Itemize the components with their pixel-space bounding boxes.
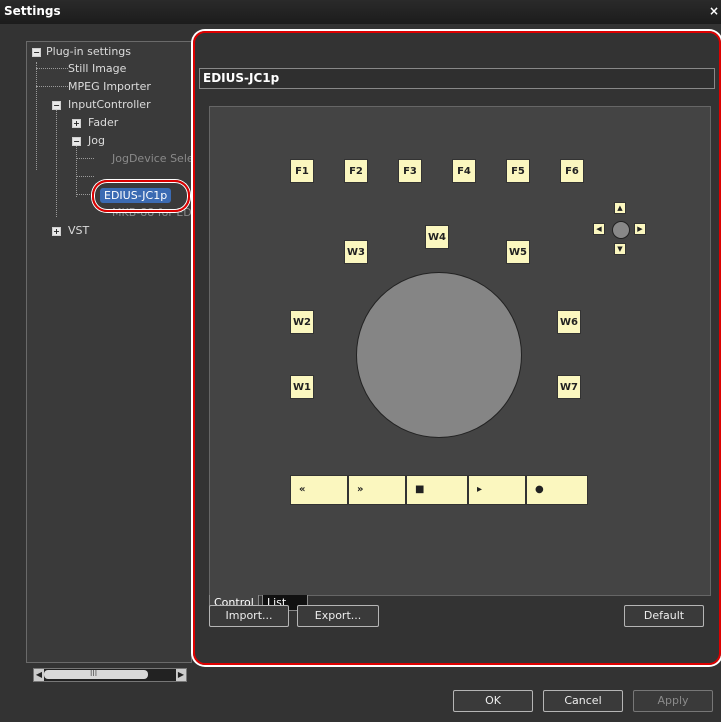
tree-connector	[56, 109, 57, 217]
cancel-button[interactable]: Cancel	[543, 690, 623, 712]
scrollbar-grip: III	[90, 669, 98, 678]
window-title: Settings	[4, 4, 61, 18]
export-button[interactable]: Export...	[297, 605, 379, 627]
tree-horizontal-scrollbar[interactable]: ◀ III ▶	[33, 668, 187, 682]
apply-button[interactable]: Apply	[633, 690, 713, 712]
collapse-icon[interactable]: −	[32, 48, 41, 57]
tree-connector	[36, 68, 68, 69]
stop-icon: ■	[415, 484, 425, 495]
tree-item-jog[interactable]: Jog	[88, 134, 105, 148]
expand-icon[interactable]: +	[52, 227, 61, 236]
dpad-center[interactable]	[612, 221, 630, 239]
key-w1[interactable]: W1	[290, 375, 314, 399]
key-w5[interactable]: W5	[506, 240, 530, 264]
dpad-up-icon[interactable]: ▲	[614, 202, 626, 214]
transport-play[interactable]: ▸	[468, 475, 526, 505]
close-icon[interactable]: ×	[709, 4, 719, 18]
key-f2[interactable]: F2	[344, 159, 368, 183]
key-f6[interactable]: F6	[560, 159, 584, 183]
panel-title: EDIUS-JC1p	[203, 71, 280, 85]
tree-connector	[36, 62, 37, 170]
key-w2[interactable]: W2	[290, 310, 314, 334]
key-f4[interactable]: F4	[452, 159, 476, 183]
transport-record[interactable]: ●	[526, 475, 588, 505]
tree-connector	[76, 158, 94, 159]
dpad-down-icon[interactable]: ▼	[614, 243, 626, 255]
collapse-icon[interactable]: −	[72, 137, 81, 146]
import-button[interactable]: Import...	[209, 605, 289, 627]
tree-item-fader[interactable]: Fader	[88, 116, 118, 130]
dpad-right-icon[interactable]: ▶	[634, 223, 646, 235]
tree-item-edius-jc1p[interactable]: EDIUS-JC1p	[100, 188, 172, 203]
key-f3[interactable]: F3	[398, 159, 422, 183]
transport-rewind[interactable]: «	[290, 475, 348, 505]
collapse-icon[interactable]: −	[52, 101, 61, 110]
expand-icon[interactable]: +	[72, 119, 81, 128]
dpad-left-icon[interactable]: ◀	[593, 223, 605, 235]
key-w4[interactable]: W4	[425, 225, 449, 249]
key-f1[interactable]: F1	[290, 159, 314, 183]
tree-item-plugin-settings[interactable]: Plug-in settings	[46, 45, 131, 59]
scroll-right-icon[interactable]: ▶	[176, 669, 186, 681]
title-bar: Settings ×	[0, 0, 721, 25]
jog-wheel[interactable]	[356, 272, 522, 438]
key-f5[interactable]: F5	[506, 159, 530, 183]
default-button[interactable]: Default	[624, 605, 704, 627]
rewind-icon: «	[299, 484, 306, 495]
settings-window: − Plug-in settings Still Image MPEG Impo…	[0, 24, 721, 722]
tree-item-vst[interactable]: VST	[68, 224, 89, 238]
tree-item-mpeg-importer[interactable]: MPEG Importer	[68, 80, 151, 94]
fastforward-icon: »	[357, 484, 364, 495]
transport-stop[interactable]: ■	[406, 475, 468, 505]
plugin-tree: − Plug-in settings Still Image MPEG Impo…	[26, 41, 194, 682]
key-w3[interactable]: W3	[344, 240, 368, 264]
tree-connector	[76, 145, 77, 197]
tree-item-still-image[interactable]: Still Image	[68, 62, 126, 76]
record-icon: ●	[535, 484, 544, 495]
tree-connector	[76, 176, 94, 177]
play-icon: ▸	[477, 484, 483, 495]
key-w7[interactable]: W7	[557, 375, 581, 399]
ok-button[interactable]: OK	[453, 690, 533, 712]
key-w6[interactable]: W6	[557, 310, 581, 334]
transport-fastforward[interactable]: »	[348, 475, 406, 505]
tree-item-inputcontroller[interactable]: InputController	[68, 98, 151, 112]
panel-header: EDIUS-JC1p	[199, 68, 715, 89]
controller-layout: F1 F2 F3 F4 F5 F6 W1 W2 W3 W4 W5 W6 W7 ▲…	[209, 106, 711, 596]
tree-item-jogdevice-select[interactable]: JogDevice Sele	[112, 152, 194, 166]
tree-connector	[36, 86, 68, 87]
scroll-left-icon[interactable]: ◀	[34, 669, 44, 681]
